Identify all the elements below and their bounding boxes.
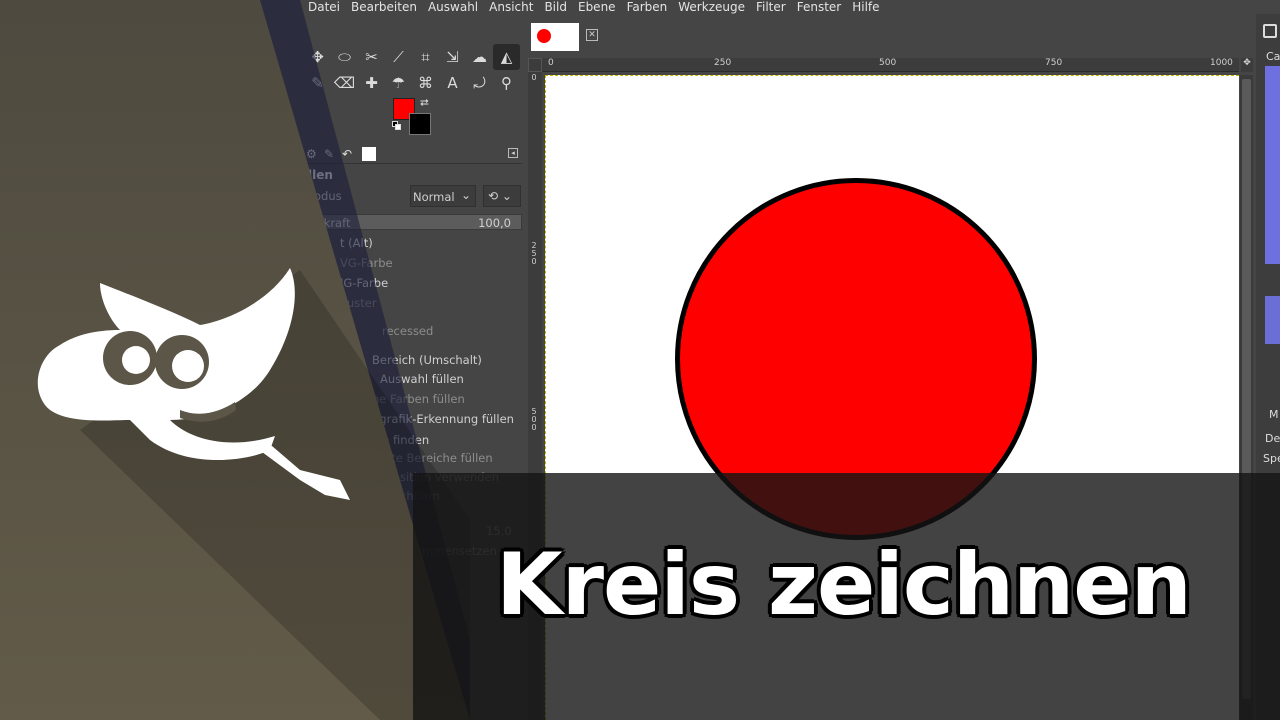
close-icon[interactable]: ✕ <box>586 29 598 41</box>
image-tab[interactable] <box>531 23 579 51</box>
ruler-tick-label: 0 <box>548 58 554 68</box>
zoom-tool-icon[interactable]: ⚲ <box>493 70 520 96</box>
menu-item-fenster[interactable]: Fenster <box>797 1 842 13</box>
right-dock-label: Ca <box>1266 50 1280 63</box>
menu-item-werkzeuge[interactable]: Werkzeuge <box>678 1 745 13</box>
warp-tool-icon[interactable]: ☁ <box>466 44 493 70</box>
right-dock-label: Spe <box>1263 452 1280 465</box>
horizontal-ruler[interactable]: 0 250 500 750 1000 <box>542 58 1239 72</box>
image-thumbnail <box>537 29 551 43</box>
navigate-icon[interactable]: ✥ <box>1241 58 1253 72</box>
thumbnail-side-panel <box>0 0 470 720</box>
caption-title: Kreis zeichnen <box>496 535 1192 635</box>
right-dock-field[interactable]: De <box>1265 432 1280 445</box>
dock-menu-icon[interactable]: ◂ <box>508 148 518 158</box>
menu-item-filter[interactable]: Filter <box>756 1 786 13</box>
ruler-tick-label: 2 5 0 <box>531 241 537 266</box>
bucket-fill-tool-icon[interactable]: ◭ <box>493 44 520 70</box>
ruler-tick-label: 250 <box>714 58 732 68</box>
menu-item-ansicht[interactable]: Ansicht <box>489 1 533 13</box>
ruler-tick-label: 5 0 0 <box>531 407 537 432</box>
ruler-tick-label: 1000 <box>1210 58 1233 68</box>
color-picker-tool-icon[interactable]: ⤾ <box>466 70 493 96</box>
reset-icon: ⟲ ⌄ <box>488 189 512 203</box>
ruler-corner-button[interactable] <box>528 58 542 72</box>
image-tabbar: ✕ <box>526 14 1254 56</box>
mode-reset-button[interactable]: ⟲ ⌄ <box>483 185 521 207</box>
ruler-tick-label: 500 <box>879 58 897 68</box>
brush-preview[interactable] <box>1265 66 1280 264</box>
menu-item-farben[interactable]: Farben <box>627 1 668 13</box>
pattern-preview[interactable] <box>1265 296 1280 344</box>
opacity-value: 100,0 <box>478 216 511 230</box>
menu-item-ebene[interactable]: Ebene <box>578 1 616 13</box>
ruler-tick-label: 0 <box>531 73 537 82</box>
menu-item-bild[interactable]: Bild <box>544 1 567 13</box>
right-dock-mode[interactable]: M <box>1269 408 1279 421</box>
side-panel-graphic <box>0 0 470 720</box>
dock-icon[interactable] <box>1263 24 1277 38</box>
ruler-tick-label: 750 <box>1045 58 1063 68</box>
menu-item-hilfe[interactable]: Hilfe <box>852 1 879 13</box>
